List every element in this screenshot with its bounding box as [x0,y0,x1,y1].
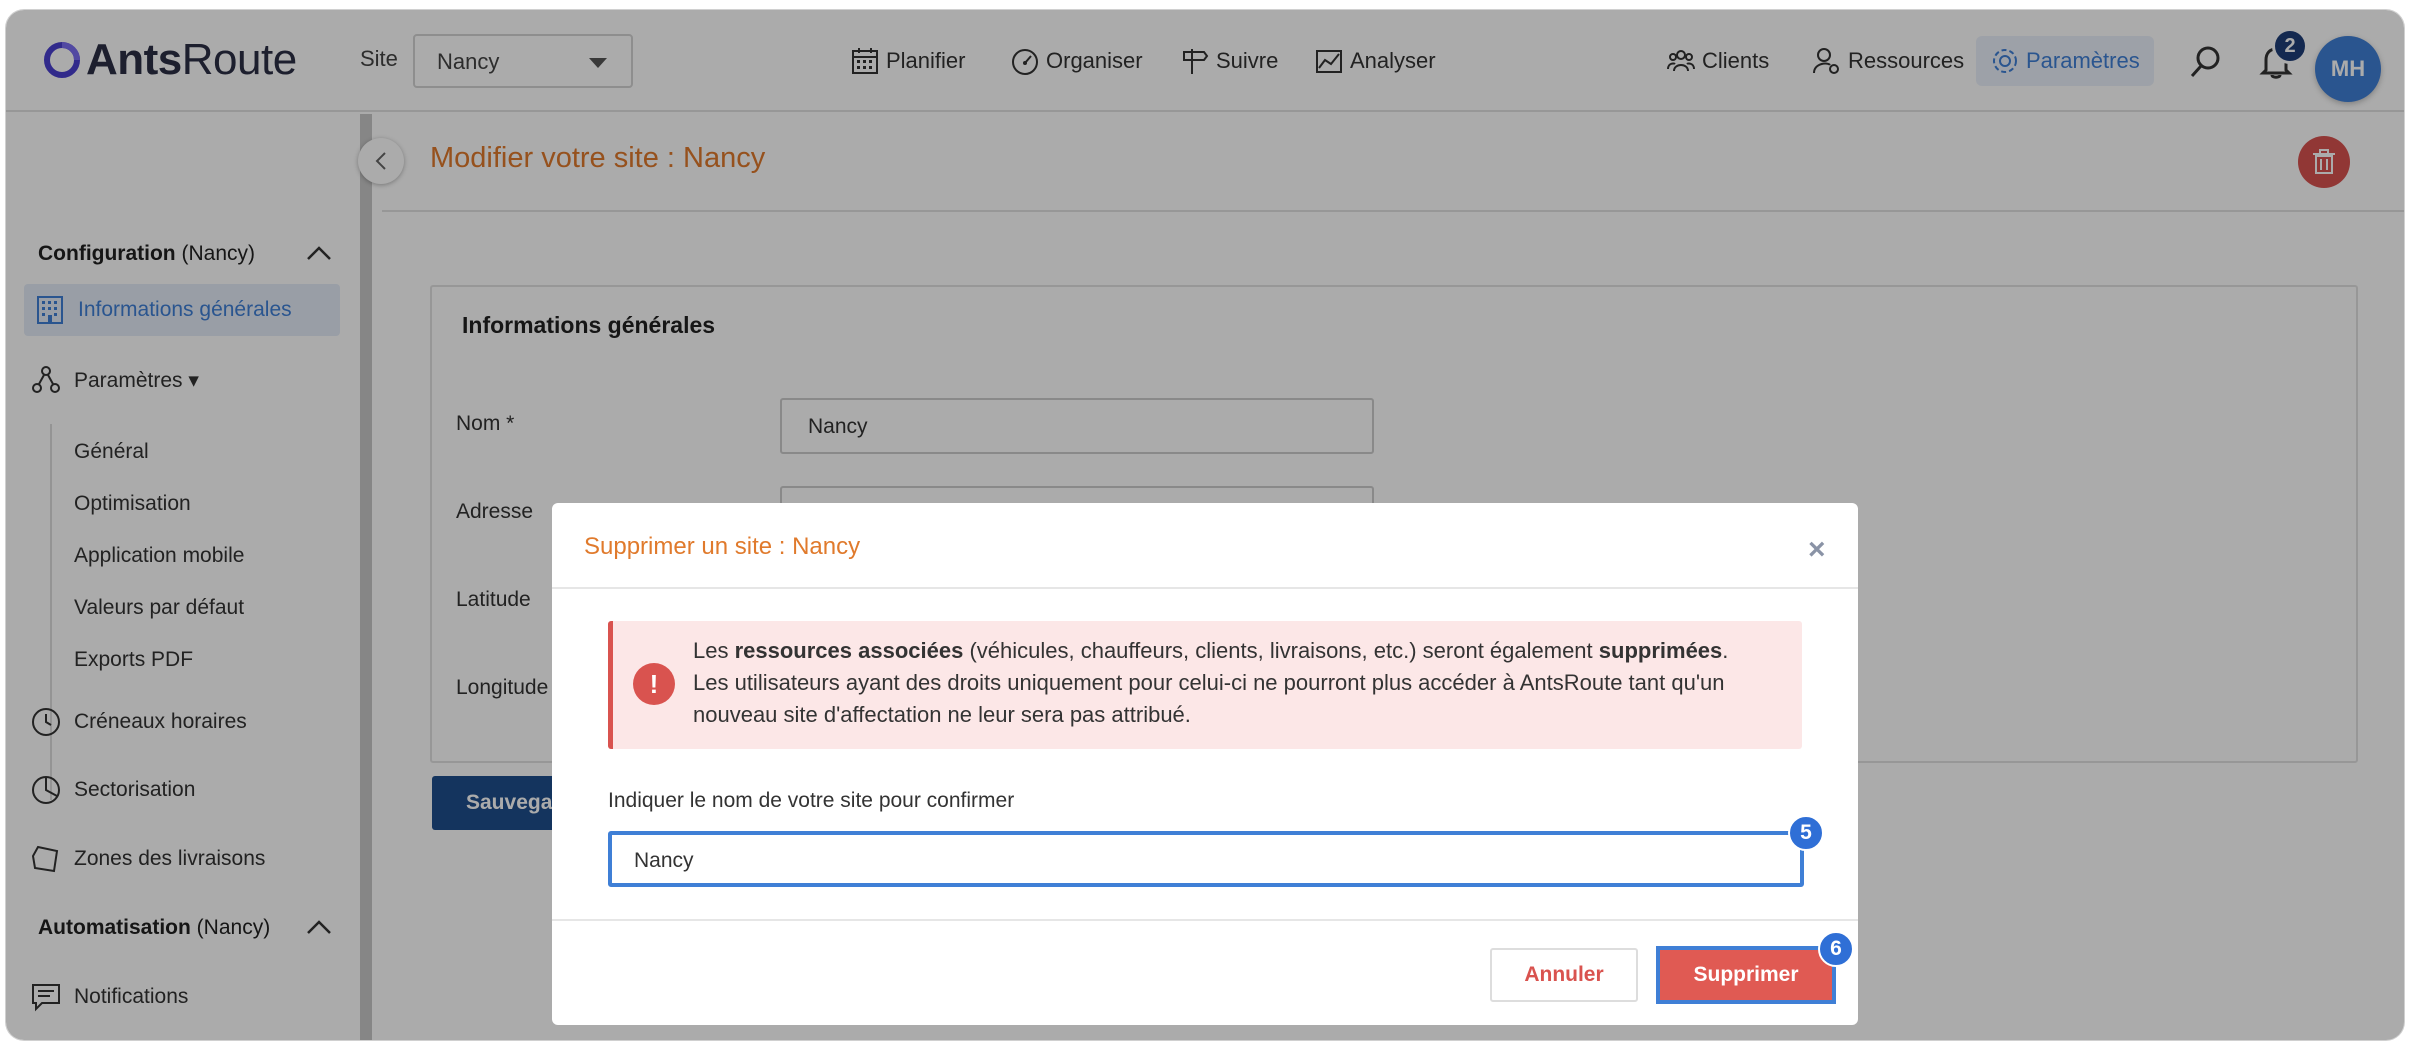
cancel-button[interactable]: Annuler [1490,948,1638,1002]
divider [552,587,1858,589]
divider [552,919,1858,921]
confirm-site-name-input[interactable]: Nancy [608,831,1804,887]
confirm-label: Indiquer le nom de votre site pour confi… [608,789,1015,812]
step-marker-6: 6 [1818,931,1854,967]
alert-text-line2: Les utilisateurs ayant des droits unique… [693,670,1725,727]
delete-site-modal: Supprimer un site : Nancy × ! Les ressou… [552,503,1858,1025]
alert-icon: ! [633,663,675,705]
alert-text-bold: supprimées [1598,638,1723,663]
alert-text-bold: ressources associées [734,638,964,663]
step-marker-5: 5 [1788,815,1824,851]
app-window: Ants Route Site Nancy Planifier Organiser… [6,10,2404,1040]
modal-title: Supprimer un site : Nancy [584,533,861,560]
confirm-delete-button[interactable]: Supprimer [1656,946,1836,1004]
alert-text-part: . [1722,638,1729,663]
alert-text: Les ressources associées (véhicules, cha… [693,635,1783,731]
warning-alert: ! Les ressources associées (véhicules, c… [608,621,1802,749]
alert-text-part: Les [693,638,735,663]
alert-text-part: (véhicules, chauffeurs, clients, livrais… [963,638,1599,663]
close-icon[interactable]: × [1808,533,1826,567]
